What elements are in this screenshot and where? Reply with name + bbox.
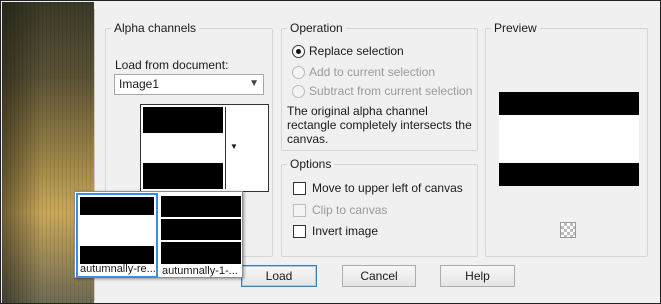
document-select-value: Image1 [119,77,160,91]
invert-image-checkbox[interactable]: Invert image [293,224,378,238]
channel-option[interactable]: autumnally-1-... [160,193,242,278]
clip-to-canvas-checkbox: Clip to canvas [293,203,387,217]
move-to-upper-left-checkbox[interactable]: Move to upper left of canvas [293,181,463,195]
channel-picker-dropdown-button[interactable]: ▼ [225,107,267,189]
channel-option-thumbnail [80,197,154,264]
checkbox-icon [293,181,306,195]
options-title: Options [290,157,332,171]
thumbnail-line [161,240,241,242]
replace-selection-label: Replace selection [309,44,404,58]
checkbox-icon [293,203,306,217]
preview-title: Preview [494,21,537,35]
subtract-from-selection-label: Subtract from current selection [309,84,473,98]
subtract-from-selection-radio: Subtract from current selection [292,84,472,98]
channel-option-thumbnail [161,196,241,264]
document-select[interactable]: Image1 ▼ [114,74,264,95]
checkbox-icon [293,224,306,238]
add-to-selection-radio: Add to current selection [292,65,435,79]
channel-option-caption: autumnally-re... [80,263,156,275]
chevron-down-icon: ▼ [230,142,238,151]
cancel-button[interactable]: Cancel [342,265,416,287]
preview-bar [499,92,639,115]
preview-bar [499,163,639,186]
channel-picker[interactable]: ▼ [140,104,269,192]
channel-option-caption: autumnally-1-... [162,265,238,277]
preview-image [499,92,639,186]
radio-icon [292,84,305,98]
thumbnail-bar [143,107,223,133]
chevron-down-icon: ▼ [249,78,259,89]
checkerboard-icon[interactable] [560,222,576,238]
channel-thumbnail [143,107,223,189]
help-button[interactable]: Help [440,265,515,287]
thumbnail-line [161,217,241,219]
replace-selection-radio[interactable]: Replace selection [292,44,404,58]
load-from-document-label: Load from document: [115,58,229,72]
thumbnail-bar [143,163,223,189]
operation-title: Operation [290,21,343,35]
move-to-upper-left-label: Move to upper left of canvas [312,181,463,195]
intersection-message: The original alpha channel rectangle com… [287,104,472,146]
alpha-channels-title: Alpha channels [114,21,197,35]
add-to-selection-label: Add to current selection [309,65,436,79]
thumbnail-bar [80,246,154,264]
thumbnail-bar [80,197,154,215]
app-window: Alpha channels Load from document: Image… [0,0,661,304]
invert-image-label: Invert image [312,224,379,238]
clip-to-canvas-label: Clip to canvas [312,203,388,217]
load-button[interactable]: Load [241,265,317,287]
channel-popup: autumnally-re... autumnally-1-... [74,191,243,278]
radio-icon [292,44,305,58]
radio-icon [292,65,305,79]
channel-option[interactable]: autumnally-re... [76,193,158,278]
